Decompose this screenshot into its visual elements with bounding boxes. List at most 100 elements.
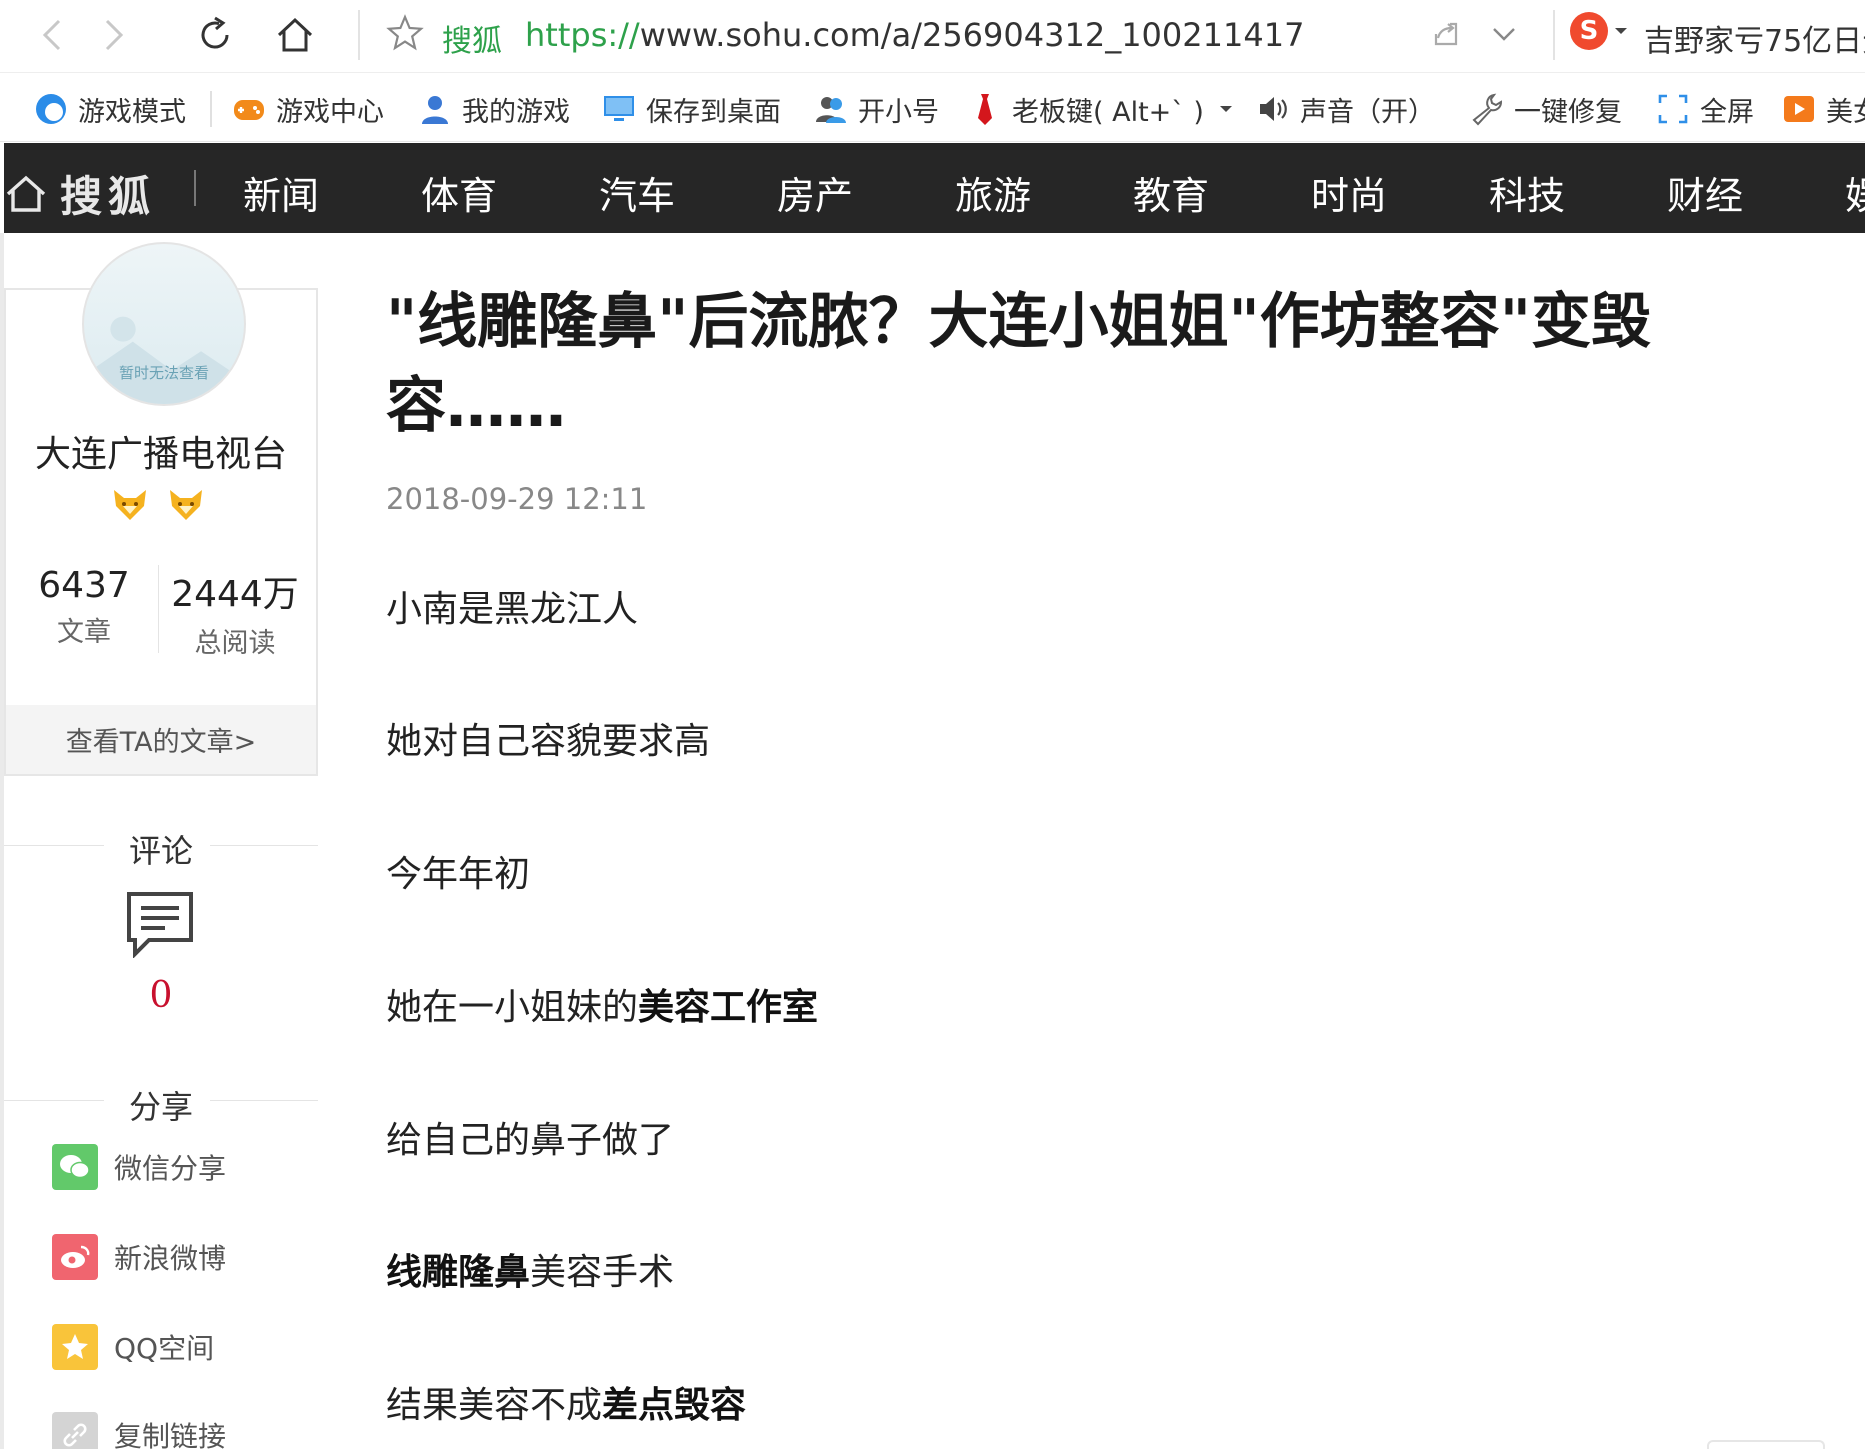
wrench-icon [1470,92,1504,126]
nav-link-education[interactable]: 教育 [1133,165,1209,220]
author-badges [110,486,206,522]
nav-link-finance[interactable]: 财经 [1667,165,1743,220]
reload-button[interactable] [190,10,240,60]
article-paragraph: 给自己的鼻子做了 [386,1120,675,1161]
qzone-icon [52,1324,98,1370]
share-copy-link[interactable]: 复制链接 [52,1412,226,1449]
nav-link-fashion[interactable]: 时尚 [1311,165,1387,220]
comment-icon[interactable] [125,890,195,958]
bookmark-star-icon[interactable] [385,13,425,53]
url-text: www.sohu.com/a/256904312_100211417 [639,16,1305,54]
reload-icon [201,16,229,49]
home-icon [6,175,46,212]
share-page-icon[interactable] [1430,18,1462,50]
toolbar-item-repair[interactable]: 一键修复 [1470,91,1622,128]
share-label: 新浪微博 [114,1242,227,1275]
toolbar-item-sound[interactable]: 声音（开） [1256,91,1435,128]
article-date: 2018-09-29 12:11 [386,482,648,516]
toolbar-item-my-games[interactable]: 我的游戏 [418,91,570,128]
users-icon [814,92,848,126]
author-name[interactable]: 大连广播电视台 [4,425,318,477]
weibo-icon [52,1234,98,1280]
nav-link-travel[interactable]: 旅游 [955,165,1031,220]
back-button[interactable] [28,10,78,60]
link-icon [52,1412,98,1449]
url-field[interactable]: https://www.sohu.com/a/256904312_1002114… [525,16,1304,54]
share-wechat[interactable]: 微信分享 [52,1144,226,1190]
tie-icon [968,92,1002,126]
toolbar-item-label: 我的游戏 [462,96,570,128]
home-icon [277,17,313,52]
paragraph-text: 她在一小姐妹的 [386,987,639,1028]
divider [358,10,360,60]
article-paragraph: 结果美容不成差点毁容 [386,1376,746,1428]
url-scheme: https:// [525,16,640,54]
article-paragraph: 她在一小姐妹的美容工作室 [386,978,818,1030]
monitor-icon [602,92,636,126]
view-articles-link[interactable]: 查看TA的文章> [6,705,316,774]
caret-down-icon [1615,28,1627,34]
article-paragraph: 她对自己容貌要求高 [386,721,711,762]
chevron-left-icon [42,19,61,51]
comment-count[interactable]: 0 [4,975,318,1016]
toolbar-item-label: 保存到桌面 [646,96,781,128]
game-mode-icon [34,92,68,126]
site-nav: 搜狐 新闻 体育 汽车 房产 旅游 教育 时尚 科技 财经 娱乐 [4,143,1865,233]
site-label: 搜狐 [442,24,502,59]
share-weibo[interactable]: 新浪微博 [52,1234,226,1280]
share-qzone[interactable]: QQ空间 [52,1324,214,1370]
toolbar-item-game-mode[interactable]: 游戏模式 [34,91,186,128]
nav-link-house[interactable]: 房产 [777,165,853,220]
fox-badge-icon [170,490,202,520]
nav-link-auto[interactable]: 汽车 [599,165,675,220]
divider [194,170,196,206]
toolbar-item-label: 游戏模式 [78,96,186,128]
gamepad-icon [232,92,266,126]
chevron-right-icon [105,19,124,51]
nav-link-entertainment[interactable]: 娱乐 [1845,165,1865,220]
toolbar-item-game-center[interactable]: 游戏中心 [232,91,384,128]
share-label: 复制链接 [114,1420,227,1449]
paragraph-bold-text: 线雕隆鼻 [386,1252,531,1293]
nav-link-tech[interactable]: 科技 [1489,165,1565,220]
logo-text: 搜狐 [60,172,157,221]
stat-reads: 2444万 总阅读 [170,565,300,660]
stat-label: 总阅读 [194,628,276,659]
paragraph-bold-text: 美容工作室 [638,987,819,1028]
toolbar-item-label: 声音（开） [1300,96,1435,128]
video-icon [1782,92,1816,126]
article-paragraph: 今年年初 [386,854,531,895]
sohu-logo[interactable]: 搜狐 [4,163,156,224]
divider [1553,10,1555,60]
chevron-down-icon[interactable] [1488,18,1520,50]
toolbar-item-save-desktop[interactable]: 保存到桌面 [602,91,781,128]
search-engine-selector[interactable]: S [1570,12,1630,50]
toolbar-item-fullscreen[interactable]: 全屏 [1656,91,1754,128]
sogou-logo-icon: S [1570,12,1608,50]
wechat-icon [52,1144,98,1190]
nav-link-sports[interactable]: 体育 [421,165,497,220]
paragraph-text: 结果美容不成 [386,1385,603,1426]
forward-button[interactable] [88,10,138,60]
nav-link-news[interactable]: 新闻 [243,165,319,220]
search-input[interactable]: 吉野家亏75亿日元 [1644,16,1865,60]
placeholder-mountain-icon [84,316,244,404]
paragraph-bold-text: 差点毁容 [602,1385,747,1426]
stat-value: 6437 [38,565,130,606]
fullscreen-icon [1656,92,1690,126]
floating-widget[interactable] [1707,1440,1825,1449]
address-bar: 搜狐 https://www.sohu.com/a/256904312_1002… [0,0,1865,70]
home-button[interactable] [270,10,320,60]
article-paragraph: 小南是黑龙江人 [386,589,639,630]
share-label: QQ空间 [114,1332,215,1365]
article-title: "线雕隆鼻"后流脓？大连小姐姐"作坊整容"变毁容…… [386,287,1652,441]
caret-down-icon[interactable] [1218,101,1234,117]
divider [210,91,212,127]
toolbar-item-boss-key[interactable]: 老板键( Alt+` ) [968,91,1234,128]
article-paragraph: 线雕隆鼻美容手术 [386,1243,674,1295]
toolbar-item-label: 老板键( Alt+` ) [1012,96,1204,128]
avatar[interactable]: 暂时无法查看 [82,242,246,406]
stat-value: 2444万 [171,574,299,615]
toolbar-item-alt-account[interactable]: 开小号 [814,91,939,128]
toolbar-item-video[interactable]: 美女 [1782,91,1865,128]
